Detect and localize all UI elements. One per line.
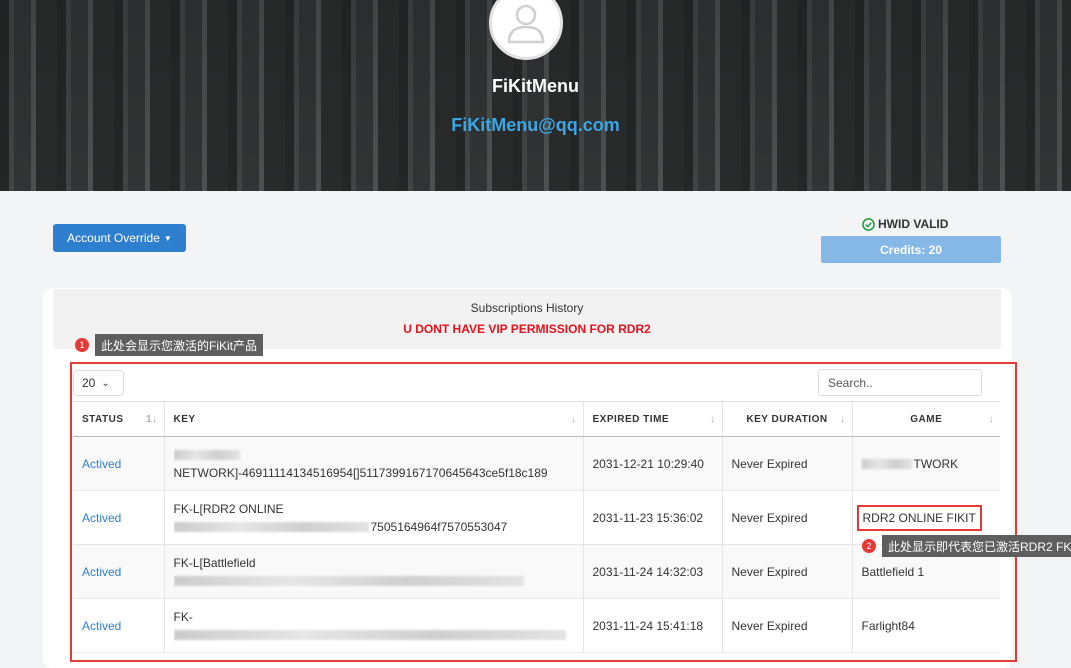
expired-cell: 2031-12-21 10:29:40 xyxy=(582,436,722,491)
game-cell: TWORK xyxy=(851,436,1000,491)
annotation-number: 2 xyxy=(862,539,876,553)
caret-down-icon: ▼ xyxy=(163,233,172,243)
sort-icon[interactable]: ↓ xyxy=(840,414,846,425)
key-cell: NETWORK]-46911114134516954[]511739916717… xyxy=(163,436,583,491)
column-header-status[interactable]: STATUS 1↓ xyxy=(73,401,164,437)
user-icon xyxy=(507,4,545,44)
column-header-duration[interactable]: KEY DURATION ↓ xyxy=(721,401,852,437)
status-cell: Actived xyxy=(73,490,164,545)
sort-icon[interactable]: ↓ xyxy=(989,414,995,425)
game-highlight: RDR2 ONLINE FIKIT xyxy=(856,504,982,531)
status-cell: Actived xyxy=(73,598,164,653)
game-cell: Farlight84 xyxy=(851,598,1000,653)
profile-username: FiKitMenu xyxy=(492,76,579,96)
subscriptions-table: STATUS 1↓ KEY ↓ EXPIRED TIME ↓ KEY DURATION… xyxy=(73,401,1000,653)
annotation-2: 2 此处显示即代表您已激活RDR2 FK xyxy=(862,535,1071,557)
key-cell: FK-L[RDR2 ONLINE 7505164964f7570553047 xyxy=(163,490,583,545)
subscriptions-title: Subscriptions History xyxy=(470,301,584,315)
table-row[interactable]: Actived FK-L[RDR2 ONLINE 7505164964f7570… xyxy=(73,490,1000,545)
annotation-number: 1 xyxy=(75,338,89,352)
page-size-select[interactable]: 20 ⌄ xyxy=(73,370,124,396)
sort-icon[interactable]: ↓ xyxy=(710,414,716,425)
table-header-row: STATUS 1↓ KEY ↓ EXPIRED TIME ↓ KEY DURATION… xyxy=(73,401,1000,437)
credits-button[interactable]: Credits: 20 xyxy=(821,236,1001,263)
hwid-label: HWID VALID xyxy=(878,217,949,231)
column-header-expired[interactable]: EXPIRED TIME ↓ xyxy=(582,401,722,437)
account-override-button[interactable]: Account Override ▼ xyxy=(53,224,186,252)
annotation-1: 1 此处会显示您激活的FiKit产品 xyxy=(75,334,264,356)
duration-cell: Never Expired xyxy=(721,490,852,545)
annotation-tooltip: 此处显示即代表您已激活RDR2 FK xyxy=(882,535,1071,557)
expired-cell: 2031-11-24 14:32:03 xyxy=(582,544,722,599)
table-row[interactable]: Actived NETWORK]-46911114134516954[]5117… xyxy=(73,436,1000,491)
duration-cell: Never Expired xyxy=(721,598,852,653)
account-override-label: Account Override xyxy=(67,231,160,245)
key-cell: FK-L[Battlefield xyxy=(163,544,583,599)
check-circle-icon xyxy=(862,217,875,231)
duration-cell: Never Expired xyxy=(721,436,852,491)
hwid-status: HWID VALID xyxy=(862,216,962,232)
column-header-key[interactable]: KEY ↓ xyxy=(163,401,583,437)
sort-icon[interactable]: ↓ xyxy=(571,414,577,425)
page-size-value: 20 xyxy=(82,376,96,390)
status-cell: Actived xyxy=(73,544,164,599)
table-row[interactable]: Actived FK-L[Battlefield 2031-11-24 14:3… xyxy=(73,544,1000,599)
table-row[interactable]: Actived FK- 2031-11-24 15:41:18 Never Ex… xyxy=(73,598,1000,653)
column-header-game[interactable]: GAME ↓ xyxy=(851,401,1000,437)
annotation-tooltip: 此处会显示您激活的FiKit产品 xyxy=(95,334,264,356)
search-input[interactable] xyxy=(818,369,982,396)
profile-email[interactable]: FiKitMenu@qq.com xyxy=(0,115,1071,136)
chevron-down-icon: ⌄ xyxy=(101,377,110,389)
expired-cell: 2031-11-23 15:36:02 xyxy=(582,490,722,545)
duration-cell: Never Expired xyxy=(721,544,852,599)
status-cell: Actived xyxy=(73,436,164,491)
sort-icon[interactable]: 1↓ xyxy=(146,414,158,425)
key-cell: FK- xyxy=(163,598,583,653)
expired-cell: 2031-11-24 15:41:18 xyxy=(582,598,722,653)
